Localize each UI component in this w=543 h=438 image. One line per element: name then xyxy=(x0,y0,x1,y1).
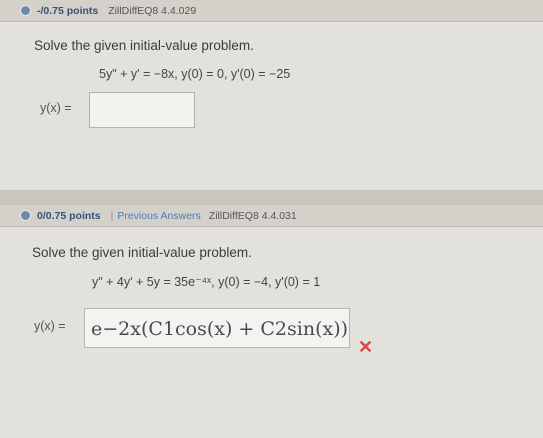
question-card-29: -/0.75 points ZillDiffEQ8 4.4.029 Solve … xyxy=(0,0,543,190)
question-equation: 5y" + y' = −8x, y(0) = 0, y'(0) = −25 xyxy=(99,67,291,81)
answer-input[interactable] xyxy=(89,92,195,128)
question-code: ZillDiffEQ8 4.4.029 xyxy=(108,4,197,17)
points-label: -/0.75 points xyxy=(37,4,99,17)
points-label: 0/0.75 points xyxy=(37,209,101,222)
answer-expression: e−2x(C1cos(x) + C2sin(x)) xyxy=(91,318,349,340)
previous-answers-link[interactable]: Previous Answers xyxy=(117,210,200,222)
question-status-icon xyxy=(20,210,31,221)
question-prompt: Solve the given initial-value problem. xyxy=(32,245,252,260)
question-equation: y" + 4y' + 5y = 35e⁻⁴ˣ, y(0) = −4, y'(0)… xyxy=(92,275,321,289)
question-code: ZillDiffEQ8 4.4.031 xyxy=(208,209,297,222)
question-header: 0/0.75 points | Previous Answers ZillDif… xyxy=(0,205,543,227)
question-card-31: 0/0.75 points | Previous Answers ZillDif… xyxy=(0,205,543,438)
separator: | xyxy=(110,209,114,222)
question-header: -/0.75 points ZillDiffEQ8 4.4.029 xyxy=(0,0,543,22)
answer-label: y(x) = xyxy=(40,101,72,115)
answer-label: y(x) = xyxy=(34,319,66,333)
question-status-icon xyxy=(20,5,31,16)
answer-input[interactable]: e−2x(C1cos(x) + C2sin(x)) xyxy=(84,308,350,348)
cross-icon: ✕ xyxy=(358,337,374,357)
question-prompt: Solve the given initial-value problem. xyxy=(34,38,254,53)
